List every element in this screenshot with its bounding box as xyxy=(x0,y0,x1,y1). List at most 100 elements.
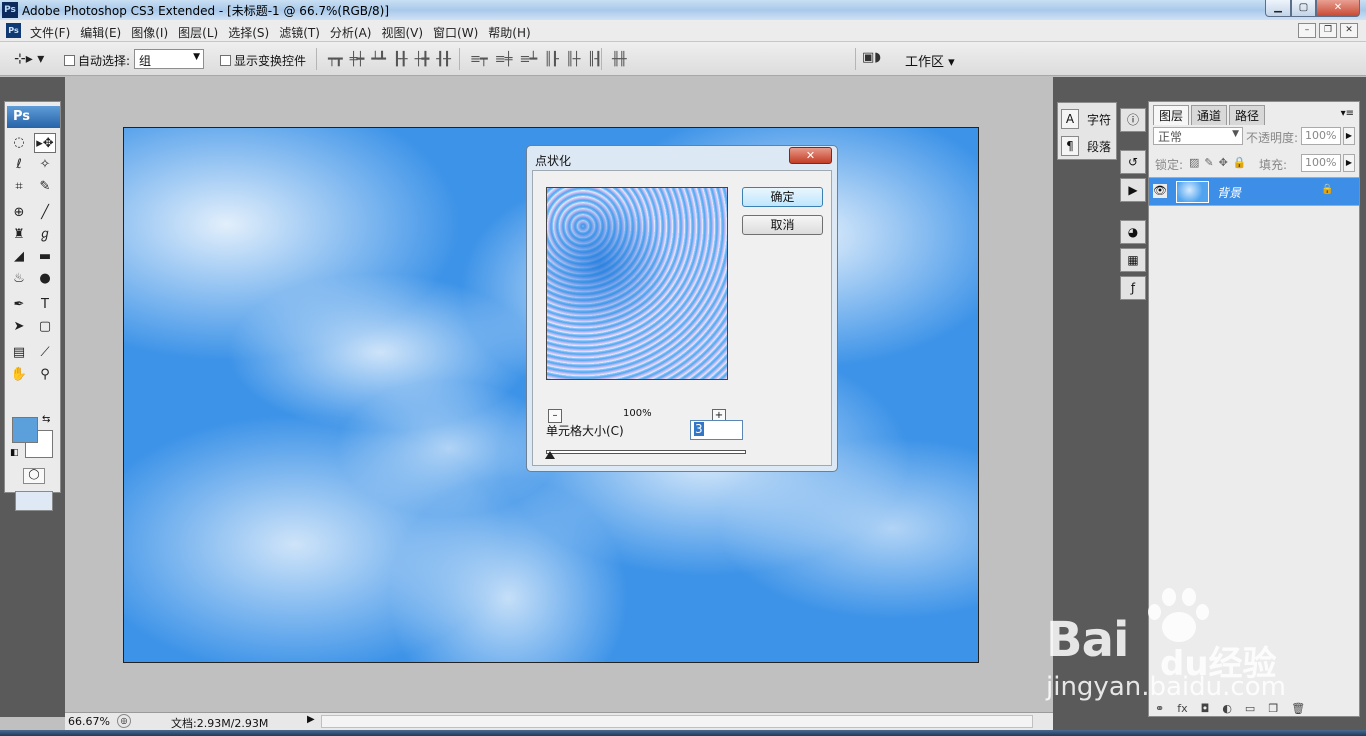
history-icon[interactable]: ↺ xyxy=(1120,150,1146,174)
align-vcenter-icon[interactable]: ╪┿ xyxy=(350,52,365,67)
menu-layer[interactable]: 图层(L) xyxy=(178,24,218,41)
tab-channels[interactable]: 通道 xyxy=(1191,105,1228,125)
bridge-icon[interactable]: ▣◗ xyxy=(862,50,886,68)
blur-tool-icon[interactable]: ♨ xyxy=(8,269,30,289)
opacity-input[interactable]: 100% xyxy=(1301,127,1341,145)
color-palette-icon[interactable]: ◕ xyxy=(1120,220,1146,244)
show-transform-checkbox[interactable] xyxy=(220,55,231,66)
clone-stamp-tool-icon[interactable]: ♜ xyxy=(8,225,30,245)
menu-file[interactable]: 文件(F) xyxy=(30,24,70,41)
menu-view[interactable]: 视图(V) xyxy=(381,24,423,41)
align-hcenter-icon[interactable]: ┼╋ xyxy=(415,52,430,67)
doc-restore-button[interactable]: ❐ xyxy=(1319,23,1337,38)
menu-window[interactable]: 窗口(W) xyxy=(433,24,478,41)
info-icon[interactable]: ⓘ xyxy=(1120,108,1146,132)
align-bottom-icon[interactable]: ┷┻ xyxy=(371,52,386,67)
notes-tool-icon[interactable]: ▤ xyxy=(8,343,30,363)
swap-colors-icon[interactable]: ⇆ xyxy=(42,414,50,425)
doc-close-button[interactable]: ✕ xyxy=(1340,23,1358,38)
zoom-level[interactable]: 66.67% xyxy=(68,715,110,728)
screen-mode-icon[interactable] xyxy=(15,491,53,511)
shape-tool-icon[interactable]: ▢ xyxy=(34,317,56,337)
menu-analysis[interactable]: 分析(A) xyxy=(330,24,372,41)
move-tool-icon[interactable]: ▸✥ xyxy=(34,133,56,153)
crop-tool-icon[interactable]: ⌗ xyxy=(8,177,30,197)
dodge-tool-icon[interactable]: ● xyxy=(34,269,56,289)
gradient-tool-icon[interactable]: ▬ xyxy=(34,247,56,267)
dialog-close-button[interactable]: ✕ xyxy=(789,147,832,164)
healing-brush-tool-icon[interactable]: ⊕ xyxy=(8,203,30,223)
zoom-tool-icon[interactable]: ⚲ xyxy=(34,365,56,385)
blend-mode-dropdown[interactable]: 正常 ▼ xyxy=(1153,127,1243,145)
cancel-button[interactable]: 取消 xyxy=(742,215,823,235)
horizontal-scrollbar[interactable] xyxy=(321,715,1033,728)
auto-align-icon[interactable]: ╫╫ xyxy=(612,52,627,67)
zoom-out-button[interactable]: – xyxy=(548,409,562,423)
auto-select-option[interactable]: 自动选择: xyxy=(64,52,130,69)
menu-help[interactable]: 帮助(H) xyxy=(488,24,530,41)
eraser-tool-icon[interactable]: ◢ xyxy=(8,247,30,267)
distribute-hcenter-icon[interactable]: ║┼ xyxy=(566,52,581,67)
lasso-tool-icon[interactable]: ℓ xyxy=(8,155,30,175)
lock-all-icon[interactable]: 🔒 xyxy=(1233,156,1247,169)
cell-size-input[interactable]: 3 xyxy=(690,420,743,440)
swatches-icon[interactable]: ▦ xyxy=(1120,248,1146,272)
magic-wand-tool-icon[interactable]: ✧ xyxy=(34,155,56,175)
distribute-bottom-icon[interactable]: ≡┷ xyxy=(519,52,537,67)
hand-tool-icon[interactable]: ✋ xyxy=(8,365,30,385)
marquee-tool-icon[interactable]: ◌ xyxy=(8,133,30,153)
paragraph-panel-button[interactable]: ¶ 段落 xyxy=(1061,136,1111,156)
quick-mask-icon[interactable]: ◯ xyxy=(23,468,45,484)
eyedropper-tool-icon[interactable]: ⟋ xyxy=(34,343,56,363)
auto-select-dropdown[interactable]: 组 ▼ xyxy=(134,49,204,69)
workspace-menu[interactable]: 工作区 ▾ xyxy=(905,51,955,70)
filter-preview[interactable] xyxy=(546,187,728,380)
fill-input[interactable]: 100% xyxy=(1301,154,1341,172)
lock-position-icon[interactable]: ✥ xyxy=(1219,156,1228,169)
menu-filter[interactable]: 滤镜(T) xyxy=(279,24,320,41)
character-panel-button[interactable]: A 字符 xyxy=(1061,109,1111,129)
opacity-slider-arrow-icon[interactable]: ▶ xyxy=(1343,127,1355,145)
tab-layers[interactable]: 图层 xyxy=(1153,105,1190,125)
ps-menu-icon[interactable]: Ps xyxy=(6,23,21,38)
ok-button[interactable]: 确定 xyxy=(742,187,823,207)
foreground-color-swatch[interactable] xyxy=(12,417,38,443)
maximize-button[interactable]: ▢ xyxy=(1291,0,1316,17)
lock-transparent-icon[interactable]: ▨ xyxy=(1189,156,1199,169)
lock-image-icon[interactable]: ✎ xyxy=(1204,156,1213,169)
brush-tool-icon[interactable]: ╱ xyxy=(34,203,56,223)
align-right-icon[interactable]: ┨╂ xyxy=(436,52,451,67)
menu-edit[interactable]: 编辑(E) xyxy=(80,24,121,41)
menu-select[interactable]: 选择(S) xyxy=(228,24,269,41)
close-button[interactable]: ✕ xyxy=(1316,0,1360,17)
pen-tool-icon[interactable]: ✒ xyxy=(8,295,30,315)
fill-slider-arrow-icon[interactable]: ▶ xyxy=(1343,154,1355,172)
cell-size-slider[interactable] xyxy=(546,450,746,454)
distribute-vcenter-icon[interactable]: ≡╪ xyxy=(495,52,513,67)
show-transform-option[interactable]: 显示变换控件 xyxy=(220,52,306,69)
layer-row-background[interactable]: 👁 背景 🔒 xyxy=(1149,177,1359,206)
status-menu-arrow-icon[interactable]: ▶ xyxy=(307,714,315,725)
move-tool-icon[interactable]: ⊹▸ ▾ xyxy=(14,51,44,67)
type-tool-icon[interactable]: T xyxy=(34,295,56,315)
status-info-icon[interactable]: ◎ xyxy=(117,714,131,728)
distribute-right-icon[interactable]: ║┨ xyxy=(588,52,603,67)
doc-minimize-button[interactable]: – xyxy=(1298,23,1316,38)
auto-align-layers-icon[interactable]: ╫╫ xyxy=(612,52,627,67)
visibility-eye-icon[interactable]: 👁 xyxy=(1153,184,1167,198)
panel-menu-icon[interactable]: ▾≡ xyxy=(1341,108,1354,119)
slider-thumb-icon[interactable] xyxy=(545,451,555,459)
slice-tool-icon[interactable]: ✎ xyxy=(34,177,56,197)
distribute-left-icon[interactable]: ║┠ xyxy=(544,52,559,67)
align-left-icon[interactable]: ┠╂ xyxy=(393,52,408,67)
minimize-button[interactable]: ▁ xyxy=(1265,0,1291,17)
path-selection-tool-icon[interactable]: ➤ xyxy=(8,317,30,337)
tab-paths[interactable]: 路径 xyxy=(1229,105,1266,125)
default-colors-icon[interactable]: ◧ xyxy=(10,448,19,458)
history-brush-tool-icon[interactable]: ℊ xyxy=(34,225,56,245)
auto-select-checkbox[interactable] xyxy=(64,55,75,66)
menu-image[interactable]: 图像(I) xyxy=(131,24,168,41)
styles-icon[interactable]: ƒ xyxy=(1120,276,1146,300)
actions-icon[interactable]: ▶ xyxy=(1120,178,1146,202)
distribute-top-icon[interactable]: ≡┯ xyxy=(470,52,488,67)
